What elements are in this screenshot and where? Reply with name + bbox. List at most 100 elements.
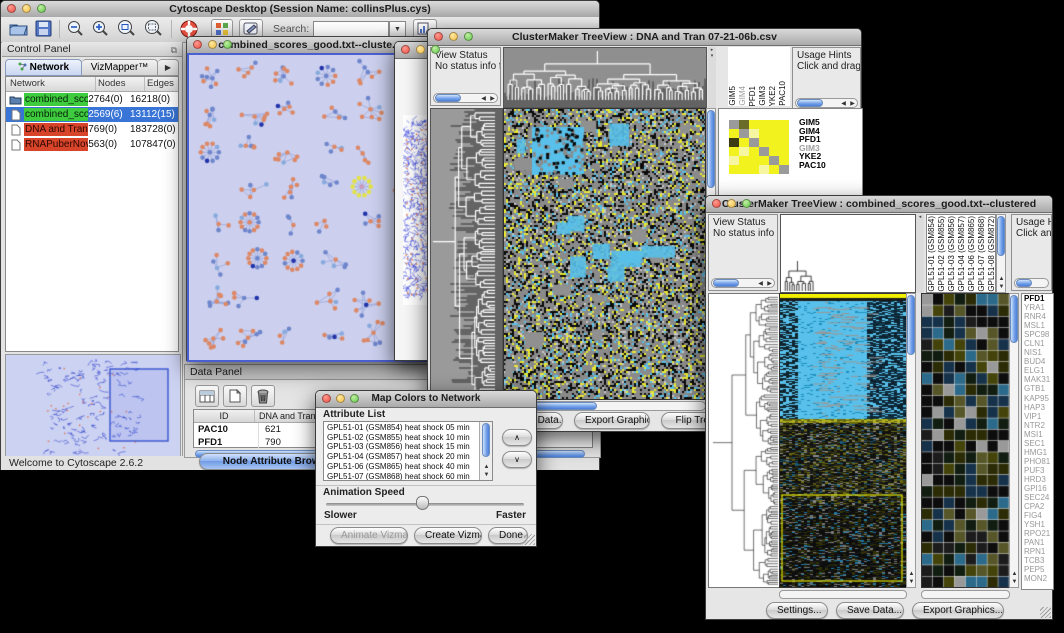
treeview1-titlebar[interactable]: ClusterMaker TreeView : DNA and Tran 07-… xyxy=(428,29,861,46)
scroll-down-arrow[interactable]: ▼ xyxy=(1010,578,1019,586)
tv2-status-hscroll[interactable] xyxy=(713,279,739,287)
close-icon[interactable] xyxy=(7,4,16,13)
tv1-status-hscroll[interactable] xyxy=(435,94,461,102)
tv2-row-dendrogram[interactable] xyxy=(708,293,780,588)
tab-network[interactable]: Network xyxy=(5,59,82,76)
tv2-collabels-vscroll-track[interactable]: ▲ ▼ xyxy=(996,214,1006,293)
map-dialog-titlebar[interactable]: Map Colors to Network xyxy=(316,391,536,408)
zoom-out-icon[interactable] xyxy=(67,20,85,43)
select-attributes-button[interactable] xyxy=(195,385,219,407)
delete-attribute-button[interactable] xyxy=(251,385,275,407)
animate-vizmap-button[interactable]: Animate Vizmap xyxy=(330,527,408,544)
attribute-list-item[interactable]: GPL51-02 (GSM855) heat shock 10 min xyxy=(327,433,492,443)
search-input[interactable] xyxy=(313,21,389,37)
close-icon[interactable] xyxy=(401,45,410,54)
zoom-fit-icon[interactable] xyxy=(117,20,137,43)
tv2-heatmap[interactable] xyxy=(779,293,907,588)
zoom-window-icon[interactable] xyxy=(464,32,473,41)
col-network[interactable]: Network xyxy=(6,77,96,91)
tv1-yellow-submatrix[interactable] xyxy=(729,120,789,174)
attribute-list-item[interactable]: GPL51-04 (GSM857) heat shock 20 min xyxy=(327,452,492,462)
minimize-icon[interactable] xyxy=(449,32,458,41)
scroll-up-arrow[interactable]: ▲ xyxy=(1010,570,1019,578)
attribute-listbox[interactable]: GPL51-01 (GSM854) heat shock 05 minGPL51… xyxy=(323,421,493,481)
close-icon[interactable] xyxy=(193,40,202,49)
tv2-hints-hscroll[interactable] xyxy=(1016,279,1032,287)
close-icon[interactable] xyxy=(434,32,443,41)
zoom-window-icon[interactable] xyxy=(350,394,359,403)
scroll-left-arrow[interactable]: ◀ xyxy=(756,280,765,288)
tv2-column-dendrogram[interactable] xyxy=(780,214,916,293)
animation-slider-thumb[interactable] xyxy=(416,496,429,510)
tv2-heatmap-vscroll[interactable] xyxy=(907,295,915,355)
network-tree-row[interactable]: combined_sco2569(6)13112(15) xyxy=(6,107,178,122)
tab-overflow-arrow[interactable]: ▶ xyxy=(158,59,179,76)
tv2-zoom-vscroll-track[interactable]: ▲ ▼ xyxy=(1009,293,1019,588)
tv2-heatmap-vscroll-track[interactable]: ▲ ▼ xyxy=(906,293,916,588)
scroll-up-arrow[interactable]: ▲ xyxy=(907,570,916,578)
scroll-right-arrow[interactable]: ▶ xyxy=(848,100,857,108)
resize-grip[interactable] xyxy=(524,534,535,545)
attribute-list-item[interactable]: GPL51-03 (GSM856) heat shock 15 min xyxy=(327,442,492,452)
scroll-left-arrow[interactable]: ◀ xyxy=(839,100,848,108)
tv2-settings-button[interactable]: Settings... xyxy=(766,602,828,619)
scroll-down-arrow[interactable]: ▼ xyxy=(907,578,916,586)
tv2-hscroll-track1[interactable] xyxy=(779,590,907,599)
tv2-export-graphics-button[interactable]: Export Graphics... xyxy=(912,602,1004,619)
zoom-window-icon[interactable] xyxy=(431,45,440,54)
minimize-icon[interactable] xyxy=(208,40,217,49)
tv1-hints-hscroll[interactable] xyxy=(797,99,823,107)
main-titlebar[interactable]: Cytoscape Desktop (Session Name: collins… xyxy=(1,1,599,18)
network-tree-row[interactable]: combined_scores2764(0)16218(0) xyxy=(6,92,178,107)
scroll-down-arrow[interactable]: ▼ xyxy=(997,283,1006,291)
scroll-right-arrow[interactable]: ▶ xyxy=(765,280,774,288)
close-icon[interactable] xyxy=(322,394,331,403)
attribute-list-item[interactable]: GPL51-01 (GSM854) heat shock 05 min xyxy=(327,423,492,433)
attribute-list-item[interactable]: GPL51-07 (GSM868) heat shock 60 min xyxy=(327,472,492,481)
col-edges[interactable]: Edges xyxy=(145,77,178,91)
tv1-row-dendrogram[interactable] xyxy=(430,108,503,400)
network-tree-row[interactable]: DNA and Tran 07769(0)183728(0) xyxy=(6,122,178,137)
tv1-heatmap-vscroll[interactable] xyxy=(707,110,715,188)
zoom-window-icon[interactable] xyxy=(223,40,232,49)
attribute-list-item[interactable]: GPL51-06 (GSM865) heat shock 40 min xyxy=(327,462,492,472)
scroll-left-arrow[interactable]: ◀ xyxy=(479,95,488,103)
attribute-up-button[interactable]: ∧ xyxy=(502,429,532,446)
close-icon[interactable] xyxy=(712,199,721,208)
scroll-up-arrow[interactable]: ▲ xyxy=(482,463,491,471)
tv2-zoom-vscroll[interactable] xyxy=(1010,295,1018,343)
zoom-selected-icon[interactable] xyxy=(144,20,164,43)
zoom-in-icon[interactable] xyxy=(92,20,110,43)
scroll-up-arrow[interactable]: ▲ xyxy=(997,275,1006,283)
network-tree-row[interactable]: RNAPuberNov2+I563(0)107847(0) xyxy=(6,137,178,152)
scroll-down-arrow[interactable]: ▼ xyxy=(482,471,491,479)
attribute-down-button[interactable]: ∨ xyxy=(502,451,532,468)
zoom-window-icon[interactable] xyxy=(37,4,46,13)
minimize-icon[interactable] xyxy=(727,199,736,208)
tv2-zoom-heatmap[interactable] xyxy=(921,293,1010,588)
save-session-button[interactable] xyxy=(35,20,52,42)
attribute-list-vscroll[interactable] xyxy=(482,423,490,457)
tv1-export-graphics-button[interactable]: Export Graphics... xyxy=(574,412,650,429)
tv2-hscroll-track2[interactable] xyxy=(921,590,1010,599)
network-overview-thumbnail[interactable] xyxy=(5,354,181,460)
done-button[interactable]: Done xyxy=(488,527,528,544)
minimize-icon[interactable] xyxy=(336,394,345,403)
tab-vizmapper[interactable]: VizMapper™ xyxy=(82,59,158,76)
tv2-collabels-vscroll[interactable] xyxy=(997,216,1005,256)
col-nodes[interactable]: Nodes xyxy=(96,77,145,91)
zoom-window-icon[interactable] xyxy=(742,199,751,208)
open-session-button[interactable] xyxy=(9,20,28,42)
scroll-right-arrow[interactable]: ▶ xyxy=(488,95,497,103)
data-col-id[interactable]: ID xyxy=(194,410,255,422)
treeview2-titlebar[interactable]: ClusterMaker TreeView : combined_scores_… xyxy=(706,196,1052,213)
resize-grip[interactable] xyxy=(1040,607,1051,618)
tv1-column-dendrogram[interactable] xyxy=(503,47,707,108)
new-attribute-button[interactable] xyxy=(223,385,247,407)
tv2-splitter[interactable]: ◂ xyxy=(916,214,924,293)
create-vizmap-button[interactable]: Create Vizmap xyxy=(414,527,482,544)
tv1-heatmap[interactable] xyxy=(503,108,706,400)
tv2-save-data-button[interactable]: Save Data... xyxy=(836,602,904,619)
tv1-splitter[interactable]: ▸▾ xyxy=(708,47,716,108)
minimize-icon[interactable] xyxy=(416,45,425,54)
